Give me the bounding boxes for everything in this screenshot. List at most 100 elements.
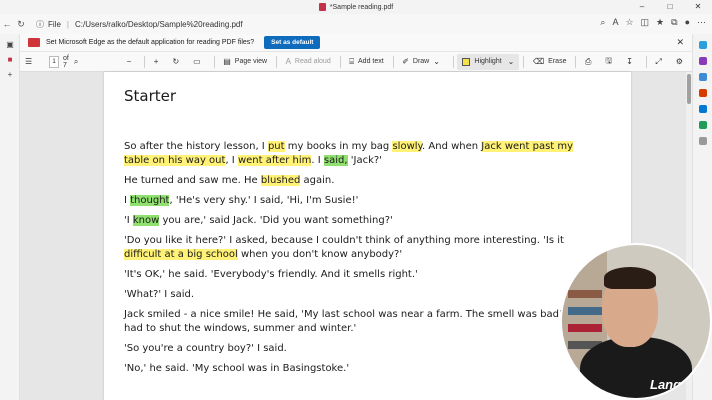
add-text-icon: ⌸ <box>349 56 355 66</box>
page-number-input[interactable]: 1 <box>49 55 60 68</box>
paragraph: 'I know you are,' said Jack. 'Did you wa… <box>124 214 584 228</box>
paragraph-text: again. <box>300 175 335 186</box>
url-text: C:/Users/ralko/Desktop/Sample%20reading.… <box>74 19 243 29</box>
title-bar: *Sample reading.pdf – □ ✕ <box>0 0 712 14</box>
outlook-icon[interactable] <box>699 105 707 113</box>
paragraph: 'So you're a country boy?' I said. <box>124 342 584 356</box>
paragraph-text: when you don't know anybody?' <box>237 249 403 260</box>
paragraph-text: . And when <box>422 141 482 152</box>
zoom-in-icon[interactable]: + <box>149 54 168 70</box>
draw-button[interactable]: ✐ Draw ⌄ <box>397 54 449 70</box>
tab-actions-icon[interactable]: ▣ <box>0 40 20 49</box>
find-icon[interactable]: ⌕ <box>69 54 87 70</box>
back-icon[interactable]: ← <box>0 19 14 29</box>
apps-icon[interactable] <box>699 121 707 129</box>
split-screen-icon[interactable]: ◫ <box>641 17 650 28</box>
paragraph-text: 'Jack?' <box>347 155 382 166</box>
favorites-icon[interactable]: ★ <box>656 17 664 28</box>
paragraph: 'No,' he said. 'My school was in Basings… <box>124 362 584 376</box>
paragraph: 'It's OK,' he said. 'Everybody's friendl… <box>124 268 584 282</box>
office-icon[interactable] <box>699 89 707 97</box>
highlighted-text: blushed <box>260 175 301 186</box>
settings-icon[interactable]: ⚙ <box>671 54 692 70</box>
tools-icon[interactable] <box>699 73 707 81</box>
add-text-button[interactable]: ⌸ Add text <box>344 54 389 70</box>
document-title: Starter <box>124 87 177 105</box>
contents-icon[interactable]: ☰ <box>20 54 41 70</box>
read-aloud-button[interactable]: A Read aloud <box>281 54 336 70</box>
left-sidebar: ▣ ■ + <box>0 34 20 400</box>
paragraph-text: 'No,' he said. 'My school was in Basings… <box>124 363 350 374</box>
minimize-button[interactable]: – <box>628 0 656 14</box>
paragraph: 'Do you like it here?' I asked, because … <box>124 234 584 262</box>
close-icon[interactable]: ✕ <box>676 37 684 48</box>
more-icon[interactable]: ⋯ <box>697 17 706 28</box>
zoom-out-icon[interactable]: − <box>122 54 141 70</box>
paragraph-text: you are,' said Jack. 'Did you want somet… <box>159 215 393 226</box>
file-label: File <box>48 19 61 29</box>
refresh-icon[interactable]: ↻ <box>14 19 28 30</box>
maximize-button[interactable]: □ <box>656 0 684 14</box>
search-icon[interactable] <box>699 41 707 49</box>
draw-icon: ✐ <box>402 57 409 66</box>
shopping-icon[interactable] <box>699 57 707 65</box>
paragraph-text: 'I <box>124 215 133 226</box>
search-icon[interactable]: ⌕ <box>600 17 605 28</box>
pdf-toolbar: ☰ 1 of 7 ⌕ − + ↻ ▭ ▤ Page view A Read alou… <box>20 52 692 72</box>
scrollbar-thumb[interactable] <box>687 74 691 104</box>
favorite-icon[interactable]: ☆ <box>625 17 633 28</box>
paragraph-text: 'What?' I said. <box>124 289 195 300</box>
set-default-button[interactable]: Set as default <box>264 36 321 49</box>
url-field[interactable]: ⓘ File | C:/Users/ralko/Desktop/Sample%2… <box>36 19 243 30</box>
highlight-button[interactable]: Highlight ⌄ <box>457 53 520 70</box>
collections-icon[interactable]: ⧉ <box>671 17 677 28</box>
infobar-message: Set Microsoft Edge as the default applic… <box>46 39 255 46</box>
page-view-label: Page view <box>234 58 268 65</box>
highlighted-text: difficult at a big school <box>124 249 238 260</box>
highlight-label: Highlight <box>474 58 502 65</box>
paragraph-text: 'It's OK,' he said. 'Everybody's friendl… <box>124 269 418 280</box>
window-title: *Sample reading.pdf <box>329 3 394 11</box>
presenter-hair <box>604 267 656 289</box>
document-body[interactable]: So after the history lesson, I put my bo… <box>124 140 584 382</box>
chevron-down-icon[interactable]: ⌄ <box>508 57 515 66</box>
read-aloud-label: Read aloud <box>294 58 331 65</box>
fullscreen-icon[interactable]: ⤢ <box>650 54 670 70</box>
highlight-icon <box>462 57 471 66</box>
pdf-icon <box>28 38 40 47</box>
read-aloud-icon[interactable]: A <box>612 17 618 28</box>
print-icon[interactable]: ⎙ <box>580 54 600 70</box>
chevron-down-icon[interactable]: ⌄ <box>433 57 440 66</box>
paragraph-text: He turned and saw me. He <box>124 175 261 186</box>
paragraph: He turned and saw me. He blushed again. <box>124 174 584 188</box>
erase-icon: ⌫ <box>532 57 545 66</box>
add-icon[interactable] <box>699 137 707 145</box>
paragraph: So after the history lesson, I put my bo… <box>124 140 584 168</box>
paragraph-text: my books in my bag <box>284 141 393 152</box>
pdf-tab-icon[interactable]: ■ <box>0 55 20 64</box>
address-bar: ← ↻ ⓘ File | C:/Users/ralko/Desktop/Samp… <box>0 14 712 34</box>
profile-icon[interactable]: ● <box>685 17 690 28</box>
highlighted-text: know <box>132 215 160 226</box>
save-icon[interactable]: 🖫 <box>600 54 621 70</box>
address-icons: ⌕ A ☆ ◫ ★ ⧉ ● ⋯ <box>600 17 706 28</box>
paragraph-text: 'Do you like it here?' I asked, because … <box>124 235 564 246</box>
erase-label: Erase <box>548 58 567 65</box>
erase-button[interactable]: ⌫ Erase <box>528 54 572 70</box>
pdf-page[interactable]: Starter So after the history lesson, I p… <box>104 72 631 400</box>
close-button[interactable]: ✕ <box>684 0 712 14</box>
rotate-icon[interactable]: ↻ <box>167 54 188 70</box>
window-controls: – □ ✕ <box>628 0 712 14</box>
new-tab-icon[interactable]: + <box>0 70 20 79</box>
draw-label: Draw <box>412 58 430 65</box>
fit-page-icon[interactable]: ▭ <box>188 54 210 70</box>
default-app-infobar: Set Microsoft Edge as the default applic… <box>20 34 692 52</box>
highlighted-text: put <box>267 141 285 152</box>
brand-logo: Lang <box>650 377 682 392</box>
highlighted-text: went after him <box>237 155 312 166</box>
highlighted-text: slowly <box>392 141 423 152</box>
paragraph-text: , 'He's very shy.' I said, 'Hi, I'm Susi… <box>169 195 359 206</box>
save-as-icon[interactable]: ↧ <box>621 54 642 70</box>
page-view-button[interactable]: ▤ Page view <box>218 54 272 70</box>
add-text-label: Add text <box>358 58 384 65</box>
